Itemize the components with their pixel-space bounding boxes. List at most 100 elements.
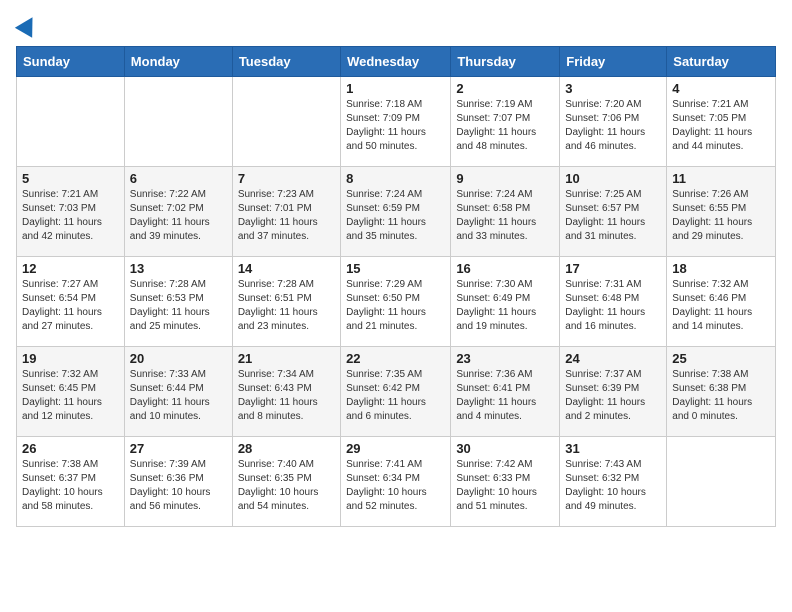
day-number: 3 <box>565 81 661 96</box>
calendar-cell: 8 Sunrise: 7:24 AMSunset: 6:59 PMDaylight… <box>341 167 451 257</box>
day-info: Sunrise: 7:38 AMSunset: 6:37 PMDaylight:… <box>22 458 119 514</box>
calendar-cell: 16 Sunrise: 7:30 AMSunset: 6:49 PMDayligh… <box>451 257 560 347</box>
calendar-cell: 27 Sunrise: 7:39 AMSunset: 6:36 PMDayligh… <box>124 437 232 527</box>
day-info: Sunrise: 7:18 AMSunset: 7:09 PMDaylight:… <box>346 98 445 154</box>
calendar-cell <box>17 77 125 167</box>
day-number: 2 <box>456 81 554 96</box>
day-number: 30 <box>456 441 554 456</box>
calendar-cell: 25 Sunrise: 7:38 AMSunset: 6:38 PMDayligh… <box>667 347 776 437</box>
day-info: Sunrise: 7:32 AMSunset: 6:45 PMDaylight:… <box>22 368 119 424</box>
day-info: Sunrise: 7:34 AMSunset: 6:43 PMDaylight:… <box>238 368 335 424</box>
calendar-cell: 5 Sunrise: 7:21 AMSunset: 7:03 PMDaylight… <box>17 167 125 257</box>
day-info: Sunrise: 7:24 AMSunset: 6:58 PMDaylight:… <box>456 188 554 244</box>
calendar-cell: 3 Sunrise: 7:20 AMSunset: 7:06 PMDaylight… <box>560 77 667 167</box>
calendar-cell: 4 Sunrise: 7:21 AMSunset: 7:05 PMDaylight… <box>667 77 776 167</box>
day-info: Sunrise: 7:24 AMSunset: 6:59 PMDaylight:… <box>346 188 445 244</box>
calendar-table: SundayMondayTuesdayWednesdayThursdayFrid… <box>16 46 776 527</box>
calendar-cell: 13Sunrise: 7:28 AMSunset: 6:53 PMDayligh… <box>124 257 232 347</box>
calendar-cell <box>232 77 340 167</box>
calendar-cell: 30 Sunrise: 7:42 AMSunset: 6:33 PMDayligh… <box>451 437 560 527</box>
calendar-cell <box>124 77 232 167</box>
col-header-tuesday: Tuesday <box>232 47 340 77</box>
day-info: Sunrise: 7:27 AMSunset: 6:54 PMDaylight:… <box>22 278 119 334</box>
calendar-cell: 7 Sunrise: 7:23 AMSunset: 7:01 PMDaylight… <box>232 167 340 257</box>
day-number: 23 <box>456 351 554 366</box>
day-info: Sunrise: 7:20 AMSunset: 7:06 PMDaylight:… <box>565 98 661 154</box>
day-info: Sunrise: 7:31 AMSunset: 6:48 PMDaylight:… <box>565 278 661 334</box>
day-number: 22 <box>346 351 445 366</box>
calendar-cell: 15 Sunrise: 7:29 AMSunset: 6:50 PMDayligh… <box>341 257 451 347</box>
calendar-cell: 18 Sunrise: 7:32 AMSunset: 6:46 PMDayligh… <box>667 257 776 347</box>
day-number: 25 <box>672 351 770 366</box>
calendar-cell: 10 Sunrise: 7:25 AMSunset: 6:57 PMDayligh… <box>560 167 667 257</box>
day-number: 24 <box>565 351 661 366</box>
day-number: 5 <box>22 171 119 186</box>
calendar-cell: 21 Sunrise: 7:34 AMSunset: 6:43 PMDayligh… <box>232 347 340 437</box>
day-number: 31 <box>565 441 661 456</box>
day-info: Sunrise: 7:40 AMSunset: 6:35 PMDaylight:… <box>238 458 335 514</box>
day-number: 29 <box>346 441 445 456</box>
calendar-cell: 11 Sunrise: 7:26 AMSunset: 6:55 PMDayligh… <box>667 167 776 257</box>
calendar-cell: 12 Sunrise: 7:27 AMSunset: 6:54 PMDayligh… <box>17 257 125 347</box>
calendar-cell: 31 Sunrise: 7:43 AMSunset: 6:32 PMDayligh… <box>560 437 667 527</box>
calendar-cell: 29Sunrise: 7:41 AMSunset: 6:34 PMDayligh… <box>341 437 451 527</box>
calendar-cell: 22 Sunrise: 7:35 AMSunset: 6:42 PMDayligh… <box>341 347 451 437</box>
day-number: 6 <box>130 171 227 186</box>
day-number: 27 <box>130 441 227 456</box>
day-number: 10 <box>565 171 661 186</box>
calendar-cell: 14 Sunrise: 7:28 AMSunset: 6:51 PMDayligh… <box>232 257 340 347</box>
calendar-cell: 9Sunrise: 7:24 AMSunset: 6:58 PMDaylight… <box>451 167 560 257</box>
day-info: Sunrise: 7:21 AMSunset: 7:05 PMDaylight:… <box>672 98 770 154</box>
day-number: 17 <box>565 261 661 276</box>
calendar-cell: 28 Sunrise: 7:40 AMSunset: 6:35 PMDayligh… <box>232 437 340 527</box>
day-info: Sunrise: 7:30 AMSunset: 6:49 PMDaylight:… <box>456 278 554 334</box>
logo-triangle-icon <box>15 12 41 38</box>
col-header-friday: Friday <box>560 47 667 77</box>
col-header-sunday: Sunday <box>17 47 125 77</box>
col-header-saturday: Saturday <box>667 47 776 77</box>
day-number: 15 <box>346 261 445 276</box>
logo <box>16 16 38 34</box>
day-number: 13 <box>130 261 227 276</box>
day-number: 28 <box>238 441 335 456</box>
calendar-cell: 23 Sunrise: 7:36 AMSunset: 6:41 PMDayligh… <box>451 347 560 437</box>
calendar-cell: 1 Sunrise: 7:18 AMSunset: 7:09 PMDaylight… <box>341 77 451 167</box>
day-number: 16 <box>456 261 554 276</box>
day-info: Sunrise: 7:23 AMSunset: 7:01 PMDaylight:… <box>238 188 335 244</box>
day-info: Sunrise: 7:35 AMSunset: 6:42 PMDaylight:… <box>346 368 445 424</box>
day-number: 12 <box>22 261 119 276</box>
day-number: 7 <box>238 171 335 186</box>
day-number: 21 <box>238 351 335 366</box>
day-info: Sunrise: 7:39 AMSunset: 6:36 PMDaylight:… <box>130 458 227 514</box>
day-info: Sunrise: 7:25 AMSunset: 6:57 PMDaylight:… <box>565 188 661 244</box>
calendar-cell: 24Sunrise: 7:37 AMSunset: 6:39 PMDayligh… <box>560 347 667 437</box>
day-number: 18 <box>672 261 770 276</box>
day-info: Sunrise: 7:42 AMSunset: 6:33 PMDaylight:… <box>456 458 554 514</box>
day-number: 8 <box>346 171 445 186</box>
day-info: Sunrise: 7:36 AMSunset: 6:41 PMDaylight:… <box>456 368 554 424</box>
calendar-cell <box>667 437 776 527</box>
day-number: 11 <box>672 171 770 186</box>
day-number: 4 <box>672 81 770 96</box>
day-info: Sunrise: 7:32 AMSunset: 6:46 PMDaylight:… <box>672 278 770 334</box>
calendar-cell: 26Sunrise: 7:38 AMSunset: 6:37 PMDayligh… <box>17 437 125 527</box>
calendar-cell: 19 Sunrise: 7:32 AMSunset: 6:45 PMDayligh… <box>17 347 125 437</box>
day-number: 1 <box>346 81 445 96</box>
day-info: Sunrise: 7:19 AMSunset: 7:07 PMDaylight:… <box>456 98 554 154</box>
col-header-thursday: Thursday <box>451 47 560 77</box>
day-info: Sunrise: 7:28 AMSunset: 6:51 PMDaylight:… <box>238 278 335 334</box>
calendar-cell: 20 Sunrise: 7:33 AMSunset: 6:44 PMDayligh… <box>124 347 232 437</box>
day-number: 19 <box>22 351 119 366</box>
page-header <box>16 16 776 34</box>
day-info: Sunrise: 7:43 AMSunset: 6:32 PMDaylight:… <box>565 458 661 514</box>
day-info: Sunrise: 7:29 AMSunset: 6:50 PMDaylight:… <box>346 278 445 334</box>
day-info: Sunrise: 7:26 AMSunset: 6:55 PMDaylight:… <box>672 188 770 244</box>
col-header-wednesday: Wednesday <box>341 47 451 77</box>
day-info: Sunrise: 7:21 AMSunset: 7:03 PMDaylight:… <box>22 188 119 244</box>
day-info: Sunrise: 7:33 AMSunset: 6:44 PMDaylight:… <box>130 368 227 424</box>
day-number: 14 <box>238 261 335 276</box>
day-number: 20 <box>130 351 227 366</box>
day-info: Sunrise: 7:22 AMSunset: 7:02 PMDaylight:… <box>130 188 227 244</box>
day-info: Sunrise: 7:38 AMSunset: 6:38 PMDaylight:… <box>672 368 770 424</box>
calendar-cell: 2 Sunrise: 7:19 AMSunset: 7:07 PMDaylight… <box>451 77 560 167</box>
